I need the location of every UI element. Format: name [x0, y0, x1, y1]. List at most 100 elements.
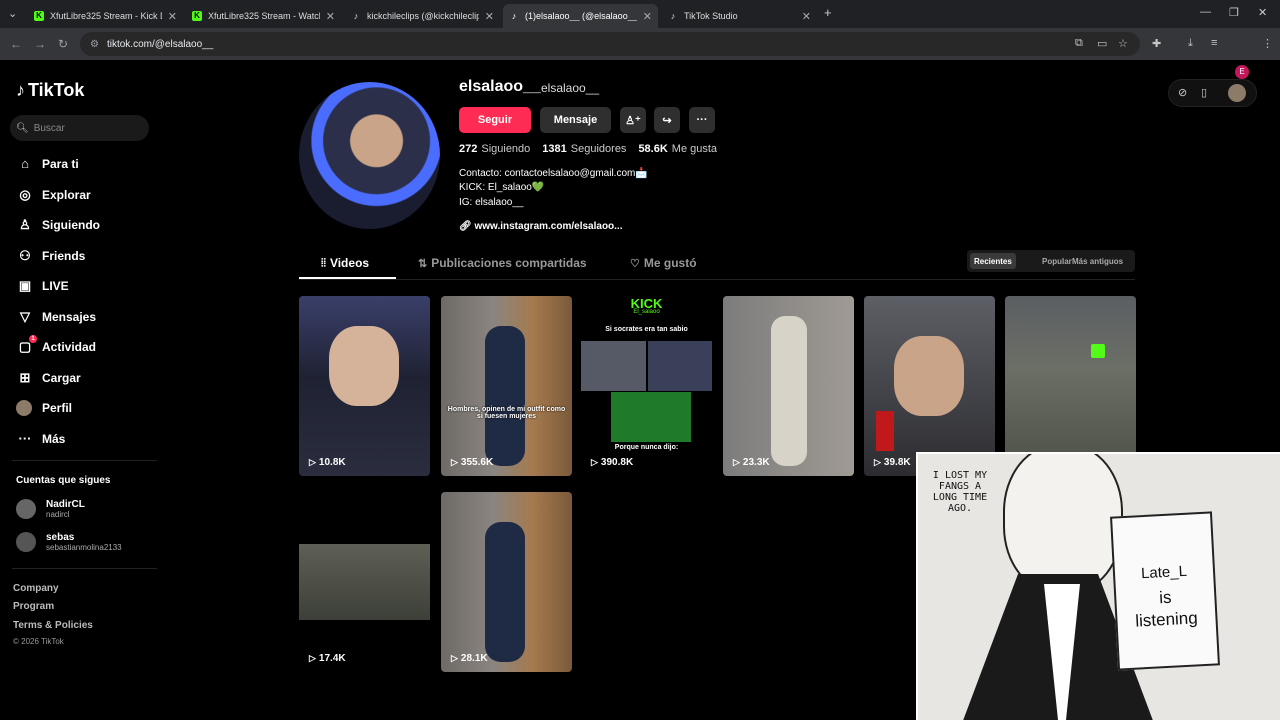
tab-label: Me gustó	[643, 256, 697, 270]
profile-nickname: elsalaoo__	[541, 81, 600, 95]
manga-note-paper: Late_L is listening	[1110, 511, 1220, 671]
more-options-button[interactable]: ···	[689, 107, 715, 133]
close-icon[interactable]: ✕	[168, 10, 177, 23]
video-thumbnail[interactable]	[1005, 296, 1136, 476]
sidebar-item-para-ti[interactable]: ⌂ Para ti	[16, 156, 79, 171]
browser-tab-2[interactable]: K XfutLibre325 Stream - Watch Li ✕	[186, 4, 341, 28]
sidebar-item-label: Más	[42, 431, 66, 446]
browser-tab-4[interactable]: ♪ (1)elsalaoo__ (@elsalaoo__) | Tik ✕	[503, 4, 658, 28]
avatar[interactable]	[1228, 84, 1246, 102]
video-thumbnail[interactable]: ▷ 28.1K	[441, 492, 572, 672]
video-panel	[611, 392, 691, 442]
following-count[interactable]: 272	[459, 143, 477, 155]
close-icon[interactable]: ✕	[802, 10, 811, 23]
sidebar-item-perfil[interactable]: Perfil	[16, 400, 72, 416]
sort-oldest-button[interactable]: Más antiguos	[1068, 253, 1127, 269]
sidebar-item-label: Cargar	[42, 371, 81, 385]
minimize-icon[interactable]: —	[1200, 6, 1211, 18]
restore-icon[interactable]: ❐	[1229, 6, 1239, 19]
bookmark-star-icon[interactable]: ☆	[1118, 37, 1128, 50]
window-close-icon[interactable]: ✕	[1258, 6, 1267, 19]
sidebar-item-explorar[interactable]: ◎ Explorar	[16, 187, 91, 203]
play-icon: ▷	[733, 457, 740, 467]
sidebar-item-siguiendo[interactable]: ♙ Siguiendo	[16, 217, 100, 233]
browser-menu-icon[interactable]: ⋮	[1262, 37, 1273, 50]
likes-count: 58.6K	[638, 143, 668, 155]
following-item[interactable]: sebas sebastianmolina2133	[16, 532, 122, 552]
video-thumbnail[interactable]: ▷ 39.8K	[864, 296, 995, 476]
copyright: © 2026 TikTok	[13, 637, 64, 646]
compass-icon[interactable]: ⊘	[1178, 86, 1187, 99]
reading-list-icon[interactable]: ≡	[1211, 37, 1217, 49]
view-count: ▷ 10.8K	[309, 457, 346, 468]
tiktok-logo[interactable]: ♪ TikTok	[16, 80, 84, 101]
following-label: Siguiendo	[481, 143, 531, 155]
video-thumbnail[interactable]: ▷ 10.8K	[299, 296, 430, 476]
note-line: Late_L	[1140, 562, 1188, 583]
video-thumbnail[interactable]: ▷ 23.3K	[723, 296, 854, 476]
message-icon: ▽	[20, 309, 30, 324]
message-button[interactable]: Mensaje	[540, 107, 611, 133]
browser-tab-bar: ⌄ K XfutLibre325 Stream - Kick Das ✕ K X…	[0, 0, 1280, 28]
footer-link-terms[interactable]: Terms & Policies	[13, 620, 93, 631]
video-thumbnail[interactable]: Hombres, opinen de mi outfit como si fue…	[441, 296, 572, 476]
sidebar-item-actividad[interactable]: ▢ 1 Actividad	[16, 335, 96, 355]
site-info-icon[interactable]: ⚙	[90, 39, 99, 50]
add-friend-button[interactable]: ♙⁺	[620, 107, 646, 133]
tab-reposts[interactable]: ⇅ Publicaciones compartidas	[418, 256, 587, 270]
video-thumbnail[interactable]: ▷ 17.4K	[299, 492, 430, 672]
view-count-text: 39.8K	[883, 457, 911, 468]
sidebar-item-live[interactable]: ▣ LIVE	[16, 278, 69, 294]
view-count-text: 17.4K	[318, 653, 346, 664]
sidebar-item-cargar[interactable]: ⊞ Cargar	[16, 370, 81, 386]
download-icon[interactable]: ⤓	[1188, 37, 1193, 50]
video-face	[894, 336, 964, 416]
footer-link-program[interactable]: Program	[13, 601, 54, 612]
follow-button[interactable]: Seguir	[459, 107, 531, 133]
extensions-icon[interactable]: ✚	[1152, 37, 1161, 50]
translate-icon[interactable]: ⧉	[1075, 37, 1083, 50]
share-button[interactable]: ↪	[654, 107, 680, 133]
reload-icon[interactable]: ↻	[58, 37, 68, 51]
browser-tab-5[interactable]: ♪ TikTok Studio ✕	[662, 4, 817, 28]
following-name: sebas	[46, 532, 75, 543]
close-icon[interactable]: ✕	[643, 10, 652, 23]
browser-tab-3[interactable]: ♪ kickchileclips (@kickchileclips) ✕	[345, 4, 500, 28]
live-icon: ▣	[18, 278, 32, 293]
avatar	[16, 532, 36, 552]
sidebar-item-friends[interactable]: ⚇ Friends	[16, 248, 85, 264]
view-count-text: 28.1K	[460, 653, 488, 664]
sidebar-item-mas[interactable]: ··· Más	[16, 431, 66, 446]
sidebar-item-mensajes[interactable]: ▽ Mensajes	[16, 309, 96, 325]
tab-label: Videos	[329, 256, 370, 270]
kick-icon: K	[192, 11, 202, 21]
video-thumbnail[interactable]: KICK El_salaoo Si socrates era tan sabio…	[581, 296, 712, 476]
play-icon: ▷	[309, 457, 316, 467]
tab-liked[interactable]: ♡ Me gustó	[630, 256, 697, 270]
forward-icon[interactable]: →	[34, 37, 46, 51]
sidebar-item-label: Explorar	[42, 188, 91, 202]
back-icon[interactable]: ←	[10, 37, 22, 51]
cast-icon[interactable]: ▭	[1097, 37, 1107, 50]
search-input[interactable]: 🔍︎ Buscar	[10, 115, 149, 141]
tab-search-icon[interactable]: ⌄	[8, 7, 17, 20]
close-icon[interactable]: ✕	[326, 10, 335, 23]
video-panel	[648, 341, 712, 391]
profile-link[interactable]: 🔗︎ www.instagram.com/elsalaoo...	[459, 221, 623, 232]
footer-link-company[interactable]: Company	[13, 583, 59, 594]
sort-recent-button[interactable]: Recientes	[970, 253, 1016, 269]
browser-profile-avatar[interactable]: E	[1235, 65, 1249, 79]
tab-videos[interactable]: ⦙⦙ Videos	[321, 256, 369, 270]
share-icon: ↪	[662, 114, 672, 127]
search-icon: 🔍︎	[16, 122, 29, 134]
avatar	[16, 400, 32, 416]
new-tab-icon[interactable]: +	[824, 5, 832, 20]
close-icon[interactable]: ✕	[485, 10, 494, 23]
browser-tab-1[interactable]: K XfutLibre325 Stream - Kick Das ✕	[28, 4, 183, 28]
video-mic	[876, 411, 894, 451]
device-icon[interactable]: ▯	[1201, 86, 1207, 99]
tab-title: kickchileclips (@kickchileclips)	[367, 11, 479, 21]
following-item[interactable]: NadirCL nadircl	[16, 499, 85, 519]
url-field[interactable]: ⚙ tiktok.com/@elsalaoo__	[80, 32, 1140, 56]
followers-count[interactable]: 1381	[542, 143, 566, 155]
